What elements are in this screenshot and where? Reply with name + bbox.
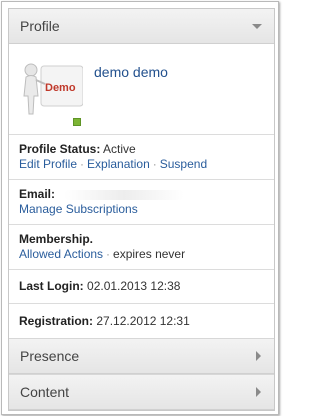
membership-expiry: expires never bbox=[113, 247, 186, 261]
last-login-label: Last Login: bbox=[19, 279, 84, 293]
profile-accordion: Profile Demo demo demo Profile Status: A… bbox=[8, 8, 275, 411]
content-section-title: Content bbox=[20, 384, 70, 400]
chevron-right-icon bbox=[256, 351, 261, 361]
last-login-value: 02.01.2013 12:38 bbox=[87, 279, 181, 293]
registration-label: Registration: bbox=[19, 314, 94, 328]
email-redacted bbox=[64, 189, 185, 200]
registration-value: 27.12.2012 12:31 bbox=[96, 314, 190, 328]
manage-subscriptions-link[interactable]: Manage Subscriptions bbox=[19, 202, 138, 216]
membership-section: Membership. Allowed Actions · expires neve… bbox=[9, 225, 274, 270]
chevron-down-icon bbox=[252, 24, 262, 29]
profile-status-label: Profile Status: bbox=[19, 142, 101, 156]
online-status-indicator bbox=[73, 118, 81, 126]
edit-profile-link[interactable]: Edit Profile bbox=[19, 157, 77, 171]
profile-summary: Demo demo demo bbox=[9, 44, 274, 135]
profile-status-value: Active bbox=[103, 142, 136, 156]
profile-status-section: Profile Status: Active Edit Profile · Expl… bbox=[9, 135, 274, 180]
avatar[interactable]: Demo bbox=[19, 56, 84, 120]
presence-section-header[interactable]: Presence bbox=[9, 338, 274, 374]
profile-section-header[interactable]: Profile bbox=[9, 9, 274, 44]
suspend-link[interactable]: Suspend bbox=[160, 157, 207, 171]
separator-dot: · bbox=[106, 247, 111, 261]
separator-dot: · bbox=[152, 157, 157, 171]
email-label: Email: bbox=[19, 187, 56, 201]
email-section: Email: Manage Subscriptions bbox=[9, 180, 274, 225]
chevron-right-icon bbox=[256, 387, 261, 397]
avatar-image: Demo bbox=[19, 56, 84, 120]
membership-label: Membership. bbox=[19, 232, 94, 246]
registration-section: Registration: 27.12.2012 12:31 bbox=[9, 304, 274, 338]
separator-dot: · bbox=[80, 157, 85, 171]
explanation-link[interactable]: Explanation bbox=[87, 157, 150, 171]
avatar-sign-text: Demo bbox=[45, 82, 76, 94]
content-section-header[interactable]: Content bbox=[9, 374, 274, 410]
allowed-actions-link[interactable]: Allowed Actions bbox=[19, 247, 103, 261]
presence-section-title: Presence bbox=[20, 348, 80, 364]
profile-section-title: Profile bbox=[20, 18, 60, 34]
widget-frame: Profile Demo demo demo Profile Status: A… bbox=[1, 1, 279, 415]
display-name[interactable]: demo demo bbox=[94, 64, 168, 80]
last-login-section: Last Login: 02.01.2013 12:38 bbox=[9, 270, 274, 304]
